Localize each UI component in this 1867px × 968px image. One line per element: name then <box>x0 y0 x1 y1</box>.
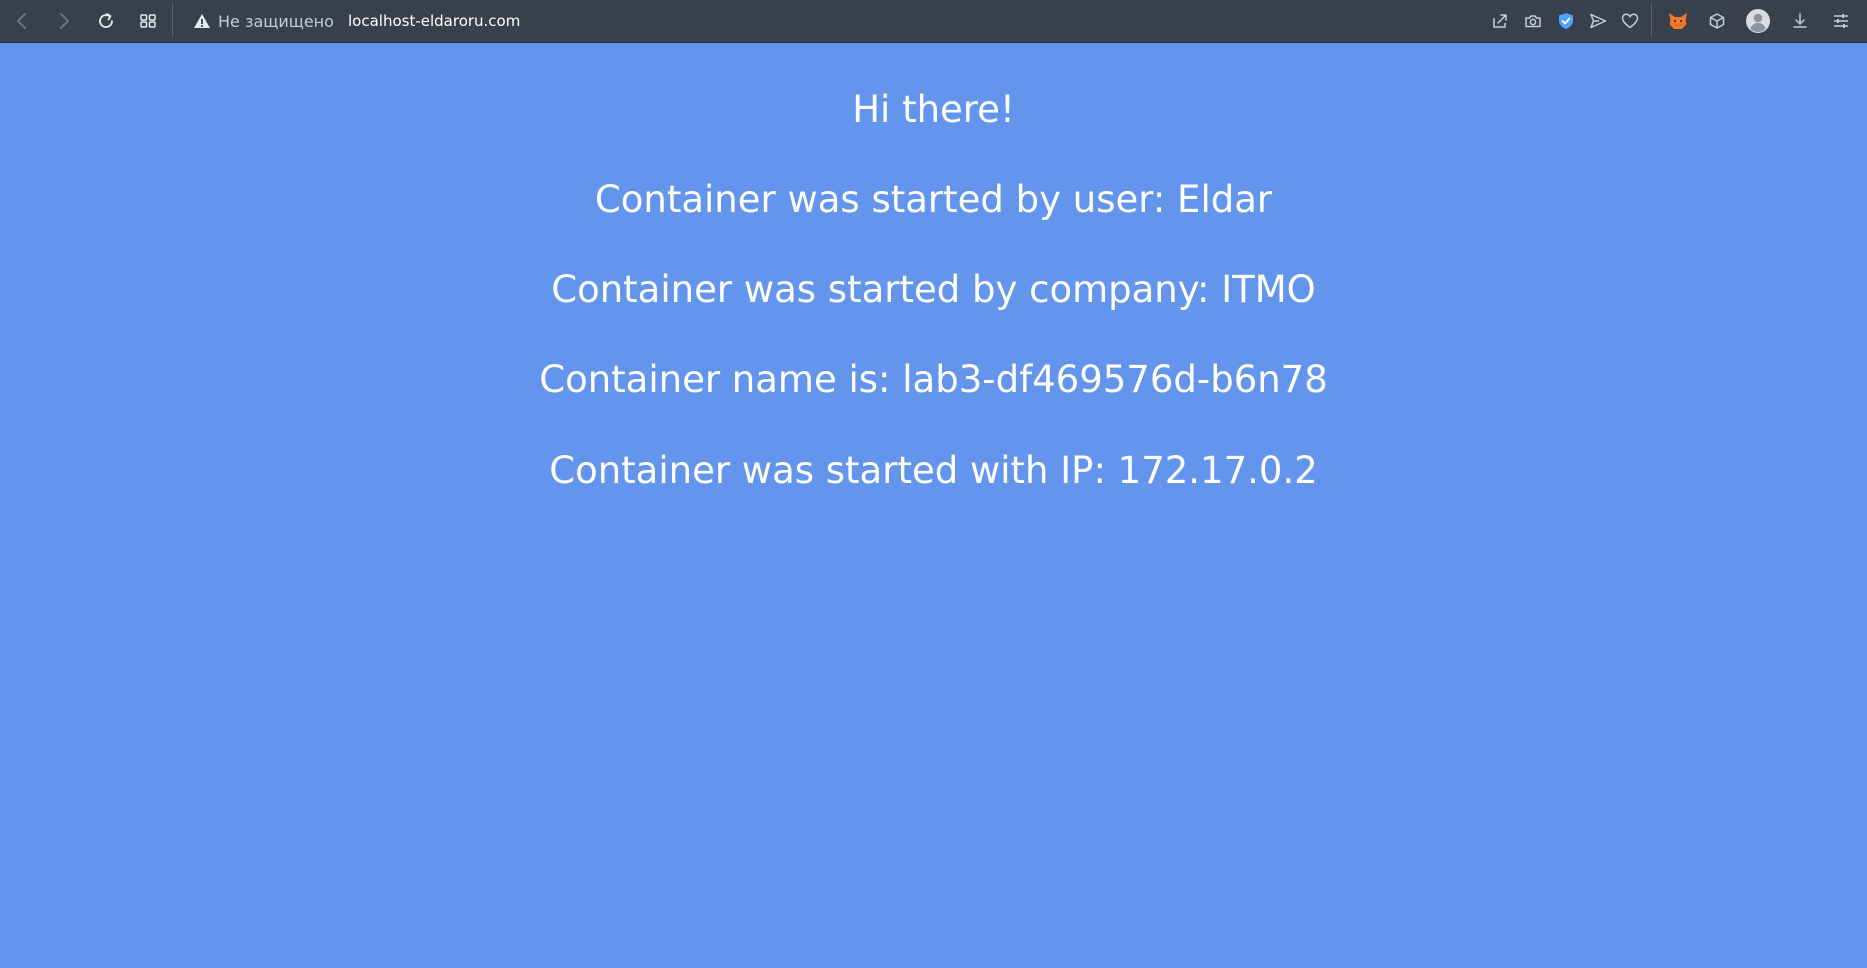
screenshot-button[interactable] <box>1519 7 1547 35</box>
toolbar-divider <box>1651 3 1652 37</box>
send-icon <box>1590 13 1607 29</box>
share-button[interactable] <box>1486 7 1514 35</box>
cube-icon <box>1709 13 1725 29</box>
back-button[interactable] <box>8 7 36 35</box>
settings-button[interactable] <box>1827 7 1855 35</box>
user-info-text: Container was started by user: Eldar <box>594 178 1273 221</box>
forward-icon <box>60 13 69 29</box>
company-info-text: Container was started by company: ITMO <box>551 268 1316 311</box>
fox-extension-button[interactable] <box>1664 7 1692 35</box>
camera-icon <box>1525 15 1541 28</box>
page-content: Hi there! Container was started by user:… <box>0 43 1867 968</box>
back-icon <box>17 13 26 29</box>
send-button[interactable] <box>1584 7 1612 35</box>
forward-button[interactable] <box>50 7 78 35</box>
reload-icon <box>99 13 113 28</box>
tabs-grid-button[interactable] <box>134 7 162 35</box>
reload-button[interactable] <box>92 7 120 35</box>
browser-toolbar: Не защищено localhost-eldaroru.com <box>0 0 1867 43</box>
address-bar[interactable]: localhost-eldaroru.com <box>348 9 520 33</box>
heart-icon <box>1621 13 1639 29</box>
fox-extension-icon <box>1669 13 1687 29</box>
avatar-icon <box>1746 9 1770 33</box>
warning-icon <box>194 14 210 28</box>
downloads-button[interactable] <box>1786 7 1814 35</box>
vpn-shield-button[interactable] <box>1552 7 1580 35</box>
settings-sliders-icon <box>1834 14 1848 28</box>
share-icon <box>1493 14 1507 28</box>
container-name-text: Container name is: lab3-df469576d-b6n78 <box>539 358 1328 401</box>
greeting-text: Hi there! <box>852 88 1015 131</box>
tabs-grid-icon <box>140 14 156 28</box>
shield-check-icon <box>1559 13 1573 29</box>
url-text: localhost-eldaroru.com <box>348 12 521 30</box>
toolbar-divider <box>172 3 173 37</box>
container-ip-text: Container was started with IP: 172.17.0.… <box>549 449 1318 492</box>
favorites-button[interactable] <box>1616 7 1644 35</box>
security-label: Не защищено <box>218 11 334 31</box>
profile-button[interactable] <box>1744 7 1772 35</box>
cube-extension-button[interactable] <box>1703 7 1731 35</box>
security-indicator[interactable]: Не защищено <box>193 9 334 33</box>
download-icon <box>1793 13 1807 28</box>
